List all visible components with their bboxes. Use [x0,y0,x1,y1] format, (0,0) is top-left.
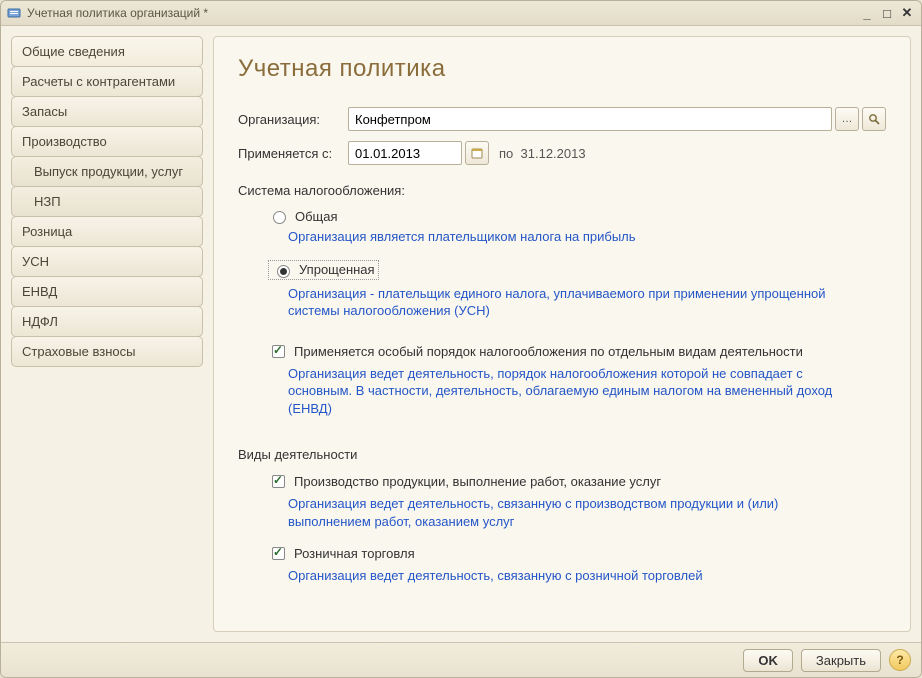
date-from-input[interactable] [348,141,462,165]
sidebar-item-inventory[interactable]: Запасы [11,96,203,127]
sidebar-item-retail[interactable]: Розница [11,216,203,247]
help-button[interactable]: ? [889,649,911,671]
sidebar-item-label: Производство [22,134,107,149]
footer: OK Закрыть ? [1,642,921,677]
checkbox-special[interactable] [272,345,285,358]
window-title: Учетная политика организаций * [27,6,208,20]
radio-simplified-label: Упрощенная [299,262,375,277]
body: Общие сведения Расчеты с контрагентами З… [1,26,921,642]
radio-simplified[interactable] [277,265,290,278]
sidebar-item-production[interactable]: Производство [11,126,203,157]
sidebar-item-label: НЗП [34,194,61,209]
option-special: Применяется особый порядок налогообложен… [268,342,886,418]
checkbox-production-label: Производство продукции, выполнение работ… [294,474,661,489]
sidebar-item-insurance[interactable]: Страховые взносы [11,336,203,367]
date-to-value: 31.12.2013 [521,146,586,161]
radio-general[interactable] [273,211,286,224]
sidebar-item-ndfl[interactable]: НДФЛ [11,306,203,337]
sidebar-item-label: УСН [22,254,49,269]
titlebar: Учетная политика организаций * _ □ ✕ [1,1,921,26]
org-label: Организация: [238,112,348,127]
hint-simplified: Организация - плательщик единого налога,… [288,285,848,320]
date-picker-button[interactable] [465,141,489,165]
sidebar-item-label: Общие сведения [22,44,125,59]
sidebar-item-label: Розница [22,224,72,239]
radio-general-label: Общая [295,209,338,224]
sidebar-item-label: Расчеты с контрагентами [22,74,175,89]
calendar-icon [471,147,483,159]
minimize-button[interactable]: _ [859,5,875,21]
org-select-button[interactable]: … [835,107,859,131]
window: Учетная политика организаций * _ □ ✕ Общ… [0,0,922,678]
checkbox-production[interactable] [272,475,285,488]
checkbox-retail-label: Розничная торговля [294,546,415,561]
applies-row: Применяется с: по 31.12.2013 [238,141,886,165]
checkbox-retail[interactable] [272,547,285,560]
checkbox-special-label: Применяется особый порядок налогообложен… [294,344,803,359]
close-button[interactable]: Закрыть [801,649,881,672]
sidebar-item-label: Страховые взносы [22,344,135,359]
option-simplified: Упрощенная Организация - плательщик един… [268,260,886,320]
option-general: Общая Организация является плательщиком … [268,208,886,246]
ok-button[interactable]: OK [743,649,793,672]
applies-label: Применяется с: [238,146,348,161]
org-row: Организация: … [238,107,886,131]
sidebar-item-general[interactable]: Общие сведения [11,36,203,67]
org-search-button[interactable] [862,107,886,131]
app-icon [7,6,21,20]
search-icon [868,113,880,125]
tax-system-label: Система налогообложения: [238,183,886,198]
sidebar-item-label: Выпуск продукции, услуг [34,164,183,179]
date-to-block: по 31.12.2013 [499,146,586,161]
sidebar-item-usn[interactable]: УСН [11,246,203,277]
sidebar-item-label: Запасы [22,104,67,119]
activities-label: Виды деятельности [238,447,886,462]
hint-general: Организация является плательщиком налога… [288,228,848,246]
org-input[interactable] [348,107,832,131]
sidebar-item-envd[interactable]: ЕНВД [11,276,203,307]
sidebar-item-output[interactable]: Выпуск продукции, услуг [11,156,203,187]
main-panel: Учетная политика Организация: … Применяе… [213,36,911,632]
sidebar: Общие сведения Расчеты с контрагентами З… [11,36,203,632]
hint-retail: Организация ведет деятельность, связанну… [288,567,848,585]
page-title: Учетная политика [238,55,886,83]
close-window-button[interactable]: ✕ [899,5,915,21]
sidebar-item-label: ЕНВД [22,284,57,299]
activity-retail: Розничная торговля Организация ведет дея… [268,544,886,585]
hint-production: Организация ведет деятельность, связанну… [288,495,848,530]
sidebar-item-counterparties[interactable]: Расчеты с контрагентами [11,66,203,97]
date-to-prefix: по [499,146,513,161]
maximize-button[interactable]: □ [879,5,895,21]
activity-production: Производство продукции, выполнение работ… [268,472,886,530]
hint-special: Организация ведет деятельность, порядок … [288,365,848,418]
sidebar-item-wip[interactable]: НЗП [11,186,203,217]
sidebar-item-label: НДФЛ [22,314,58,329]
